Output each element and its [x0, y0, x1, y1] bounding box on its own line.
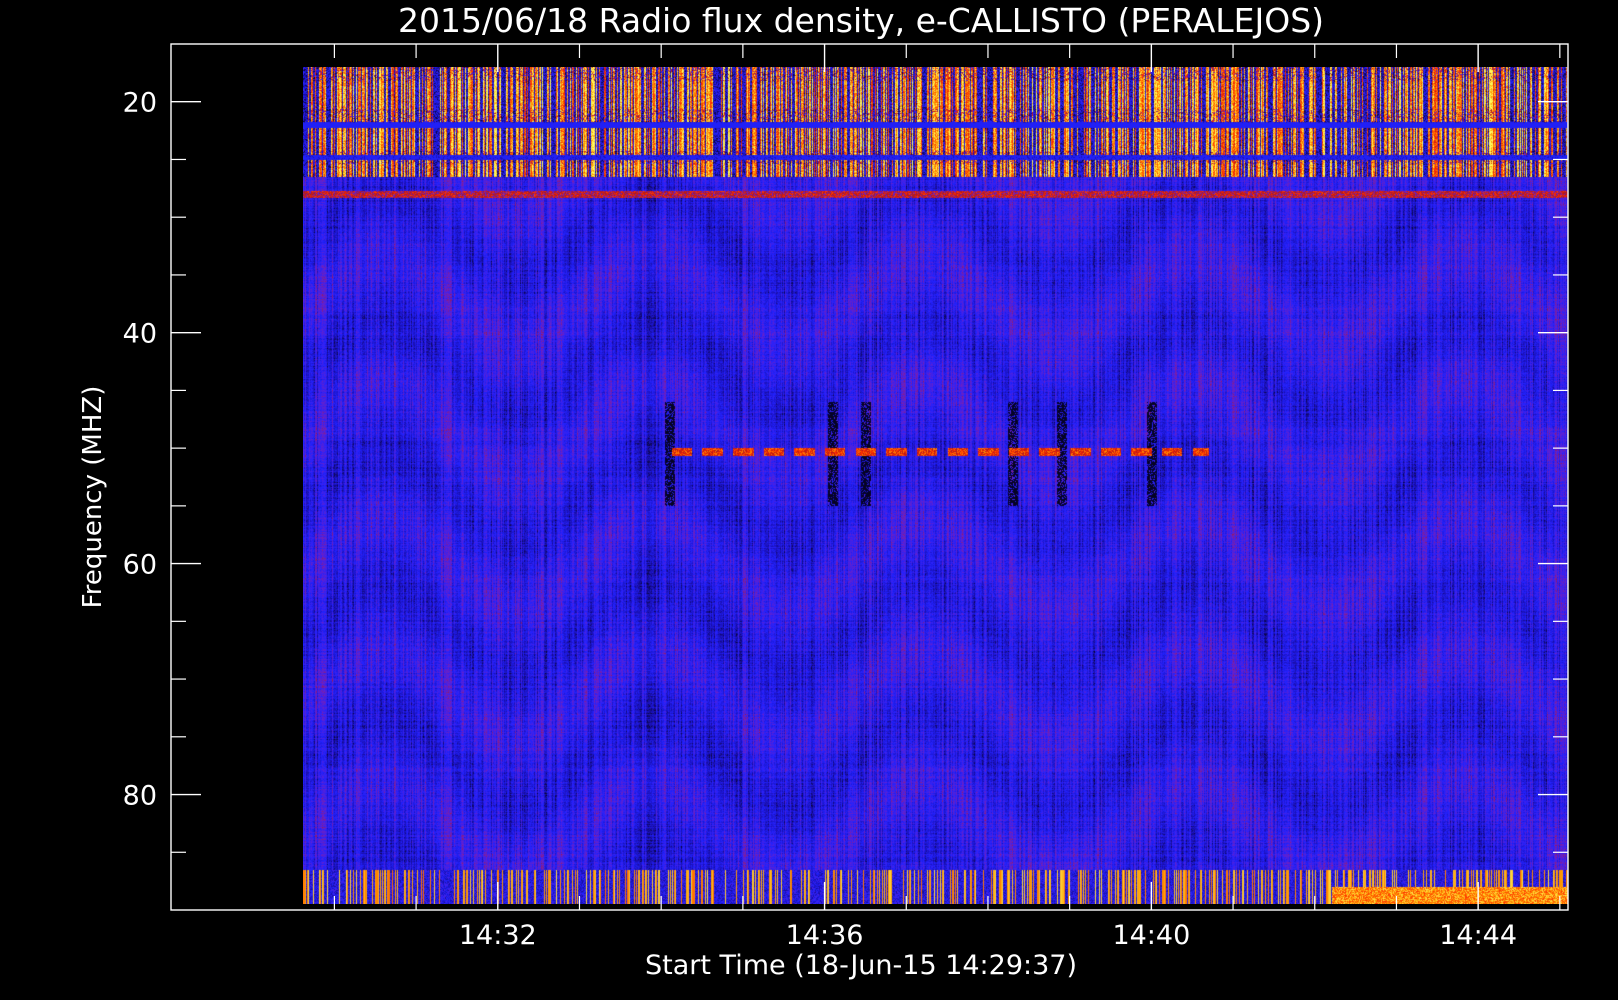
y-tick-label: 60	[123, 550, 157, 581]
x-axis-label: Start Time (18-Jun-15 14:29:37)	[645, 950, 1077, 981]
chart-title: 2015/06/18 Radio flux density, e-CALLIST…	[398, 1, 1324, 40]
x-tick-label: 14:44	[1439, 920, 1517, 951]
x-tick-label: 14:32	[459, 920, 537, 951]
y-tick-label: 40	[123, 319, 157, 350]
spectrogram-heatmap	[303, 67, 1568, 904]
spectrogram-chart: 2015/06/18 Radio flux density, e-CALLIST…	[0, 0, 1618, 1000]
y-tick-label: 20	[123, 88, 157, 119]
spectrogram-image	[303, 67, 1568, 904]
x-tick-label: 14:36	[786, 920, 864, 951]
y-axis-label: Frequency (MHZ)	[78, 386, 108, 609]
x-tick-label: 14:40	[1112, 920, 1190, 951]
y-tick-label: 80	[123, 781, 157, 812]
